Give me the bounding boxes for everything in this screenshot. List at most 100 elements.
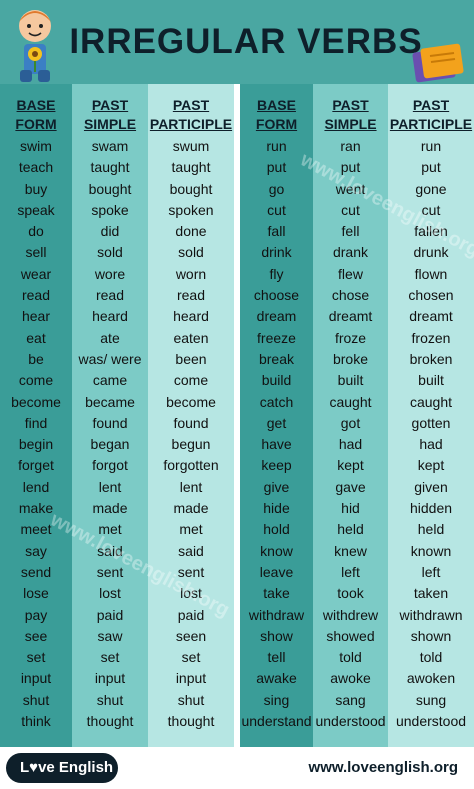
verb-cell: cut bbox=[267, 201, 286, 218]
verb-cell: drank bbox=[332, 244, 369, 261]
verb-cell: swim bbox=[20, 138, 52, 154]
verb-cell: showed bbox=[326, 627, 375, 644]
verb-cell: come bbox=[173, 372, 209, 389]
verb-cell: told bbox=[419, 649, 443, 666]
books-icon bbox=[412, 43, 464, 83]
verb-cell: take bbox=[263, 585, 290, 602]
page-title: IRREGULAR VERBS bbox=[69, 22, 423, 61]
verb-cell: wear bbox=[20, 265, 52, 282]
verb-cell: flown bbox=[414, 265, 448, 282]
verb-cell: heard bbox=[92, 308, 128, 325]
verb-cell: found bbox=[173, 414, 209, 431]
verb-cell: hear bbox=[21, 308, 51, 325]
verb-cell: choose bbox=[253, 287, 300, 304]
verb-cell: bought bbox=[88, 180, 132, 197]
verb-cell: done bbox=[175, 223, 207, 240]
verb-cell: sold bbox=[178, 244, 204, 261]
verb-cell: send bbox=[20, 563, 52, 580]
verb-cell: knew bbox=[334, 542, 367, 559]
right-past-participle-column: PAST PARTICIPLE run put gone cut fallen drunk… bbox=[388, 84, 474, 747]
website-link[interactable]: www.loveenglish.org bbox=[309, 759, 458, 776]
verb-cell: fly bbox=[269, 265, 284, 282]
verb-cell: withdraw bbox=[248, 606, 305, 623]
verb-cell: forget bbox=[18, 457, 54, 474]
kid-with-flower-icon bbox=[19, 10, 51, 82]
verb-cell: spoke bbox=[91, 201, 129, 218]
verb-cell: drunk bbox=[413, 244, 449, 261]
verb-cell: awoken bbox=[406, 670, 456, 687]
verb-cell: was/ were bbox=[78, 350, 142, 367]
verb-cell: awoke bbox=[330, 670, 371, 687]
verb-cell: think bbox=[21, 713, 51, 730]
verb-cell: caught bbox=[409, 393, 453, 410]
verb-cell: eat bbox=[26, 329, 46, 346]
verb-cell: swum bbox=[172, 138, 210, 154]
verb-cell: left bbox=[341, 563, 360, 580]
verb-cell: eaten bbox=[173, 329, 209, 346]
verb-cell: set bbox=[26, 649, 46, 666]
column-header: PAST SIMPLE bbox=[324, 97, 377, 132]
verb-cell: came bbox=[92, 372, 128, 389]
verb-cell: do bbox=[28, 223, 44, 240]
verb-cell: frozen bbox=[411, 329, 451, 346]
verb-cell: understood bbox=[315, 713, 386, 730]
verb-cell: freeze bbox=[257, 329, 296, 346]
verb-cell: said bbox=[97, 542, 123, 559]
verbs-table: BASE FORM swim teach buy speak do sell wear rea… bbox=[0, 84, 474, 747]
verb-cell: met bbox=[179, 521, 203, 538]
verb-cell: found bbox=[92, 414, 128, 431]
verb-cell: lent bbox=[98, 478, 122, 495]
verb-cell: become bbox=[166, 393, 216, 410]
verb-cell: did bbox=[100, 223, 120, 240]
verb-cell: show bbox=[260, 627, 293, 644]
verb-cell: kept bbox=[417, 457, 445, 474]
verb-cell: took bbox=[337, 585, 364, 602]
verb-cell: hidden bbox=[409, 500, 453, 517]
verb-cell: give bbox=[263, 478, 290, 495]
verb-cell: catch bbox=[259, 393, 294, 410]
verb-cell: keep bbox=[261, 457, 292, 474]
verb-cell: break bbox=[258, 350, 295, 367]
verb-cell: sold bbox=[97, 244, 123, 261]
verb-cell: seen bbox=[175, 627, 207, 644]
left-base-form-column: BASE FORM swim teach buy speak do sell wear rea… bbox=[0, 84, 72, 747]
verb-cell: forgotten bbox=[163, 457, 219, 474]
verb-cell: fall bbox=[267, 223, 286, 240]
verb-cell: input bbox=[20, 670, 52, 687]
left-past-simple-column: PAST SIMPLE swam taught bought spoke did sold… bbox=[72, 84, 148, 747]
verb-cell: made bbox=[92, 500, 128, 517]
verb-cell: get bbox=[266, 414, 287, 431]
verb-cell: run bbox=[420, 138, 442, 154]
verb-cell: held bbox=[417, 521, 445, 538]
verb-cell: lose bbox=[23, 585, 49, 602]
verb-cell: froze bbox=[334, 329, 367, 346]
verb-cell: cut bbox=[341, 201, 360, 218]
verb-cell: cut bbox=[421, 201, 441, 218]
verb-cell: began bbox=[90, 436, 130, 453]
page-footer: L♥ve English www.loveenglish.org bbox=[0, 747, 474, 789]
verb-cell: broken bbox=[409, 350, 453, 367]
verb-cell: caught bbox=[329, 393, 372, 410]
verb-cell: sing bbox=[263, 691, 290, 708]
column-header: BASE FORM bbox=[15, 97, 57, 132]
column-header: PAST PARTICIPLE bbox=[389, 97, 473, 132]
verb-cell: set bbox=[181, 649, 201, 666]
verb-cell: told bbox=[339, 649, 362, 666]
verb-cell: withdrew bbox=[322, 606, 379, 623]
verb-cell: worn bbox=[175, 265, 207, 282]
verb-cell: gave bbox=[335, 478, 366, 495]
verb-cell: ate bbox=[100, 329, 120, 346]
verb-cell: teach bbox=[18, 159, 54, 176]
verb-cell: input bbox=[94, 670, 126, 687]
verb-cell: become bbox=[11, 393, 61, 410]
verb-cell: put bbox=[266, 159, 287, 176]
verb-cell: sung bbox=[415, 691, 447, 708]
verb-cell: held bbox=[337, 521, 364, 538]
verb-cell: taken bbox=[413, 585, 449, 602]
verb-cell: run bbox=[266, 138, 287, 154]
verb-cell: chosen bbox=[408, 287, 454, 304]
page-header: IRREGULAR VERBS bbox=[0, 0, 474, 84]
verb-cell: saw bbox=[97, 627, 123, 644]
verb-cell: met bbox=[98, 521, 122, 538]
verb-cell: shown bbox=[410, 627, 452, 644]
